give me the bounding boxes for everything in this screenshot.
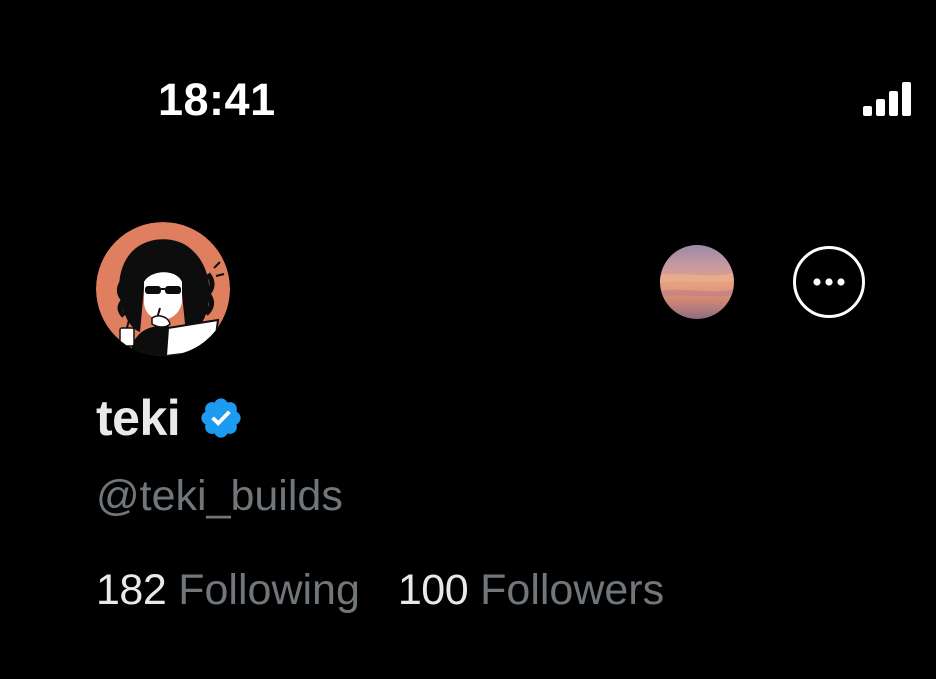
sunset-image-icon (660, 245, 734, 319)
verified-badge-icon (201, 398, 241, 438)
profile-avatar-illustration (96, 222, 230, 356)
following-link[interactable]: 182 Following (96, 566, 360, 615)
followers-label: Followers (480, 566, 665, 614)
profile-avatar[interactable] (96, 222, 230, 356)
following-count: 182 (96, 566, 167, 614)
status-time: 18:41 (158, 74, 276, 125)
more-options-icon (813, 278, 845, 286)
name-row: teki (96, 388, 244, 448)
user-handle: @teki_builds (96, 472, 343, 520)
sunset-avatar-button[interactable] (660, 245, 734, 319)
follow-stats: 182 Following 100 Followers (96, 566, 664, 615)
following-label: Following (178, 566, 360, 614)
status-bar: 18:41 (0, 0, 936, 150)
followers-count: 100 (397, 566, 469, 614)
followers-link[interactable]: 100 Followers (398, 566, 664, 615)
more-options-button[interactable] (793, 246, 865, 318)
cellular-signal-icon (863, 82, 911, 116)
display-name: teki (96, 390, 181, 446)
